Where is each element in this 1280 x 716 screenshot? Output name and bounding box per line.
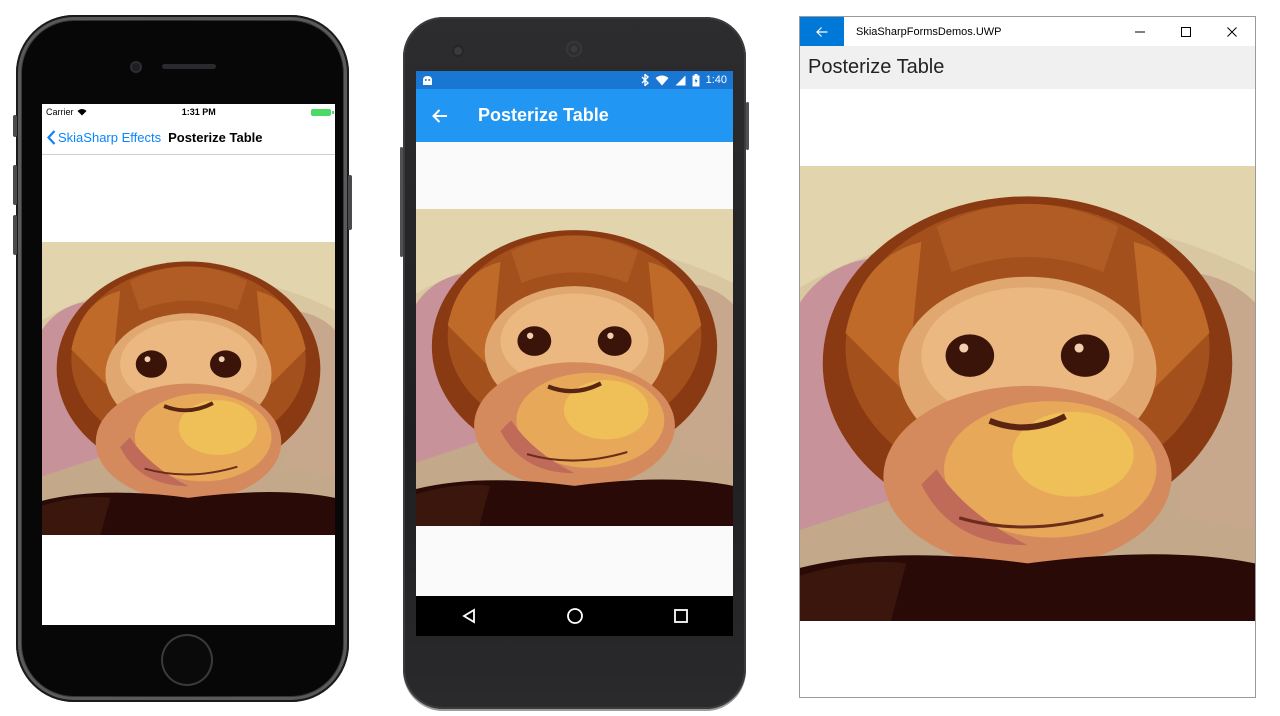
posterized-image (416, 209, 733, 526)
earpiece-speaker (162, 64, 216, 69)
minimize-icon (1135, 31, 1145, 32)
uwp-window: SkiaSharpFormsDemos.UWP Posterize Table (800, 17, 1255, 697)
front-camera (454, 47, 462, 55)
power-button (746, 102, 749, 150)
close-button[interactable] (1209, 17, 1255, 46)
signal-icon (675, 75, 686, 85)
nav-back-triangle-icon[interactable] (461, 608, 477, 624)
page-title: Posterize Table (800, 46, 1255, 89)
close-icon (1227, 26, 1237, 37)
page-title: Posterize Table (478, 105, 609, 125)
minimize-button[interactable] (1117, 17, 1163, 46)
nav-home-circle-icon[interactable] (566, 607, 584, 625)
carrier-label: Carrier (46, 107, 74, 117)
wifi-icon (655, 75, 669, 85)
volume-up-button (13, 165, 17, 205)
android-navigation-bar (416, 596, 733, 636)
ios-status-bar: Carrier 1:31 PM (42, 104, 335, 120)
home-button[interactable] (161, 634, 213, 686)
iphone-device: Carrier 1:31 PM SkiaSharp Effects Poster… (13, 15, 352, 702)
status-time: 1:31 PM (181, 107, 216, 117)
iphone-bezel: Carrier 1:31 PM SkiaSharp Effects Poster… (22, 21, 343, 696)
back-button[interactable]: SkiaSharp Effects (42, 130, 161, 145)
ios-navigation-bar: SkiaSharp Effects Posterize Table (42, 120, 335, 155)
app-title: SkiaSharpFormsDemos.UWP (856, 25, 1002, 38)
earpiece-speaker (565, 40, 583, 58)
page-title: Posterize Table (168, 129, 263, 145)
wifi-icon (77, 109, 87, 116)
arrow-left-icon (816, 26, 828, 37)
maximize-button[interactable] (1163, 17, 1209, 46)
posterized-image (42, 242, 335, 535)
android-status-bar: 1:40 (416, 71, 733, 89)
posterized-image (800, 166, 1255, 621)
back-label: SkiaSharp Effects (58, 129, 162, 145)
volume-down-button (13, 215, 17, 255)
chevron-left-icon (47, 129, 56, 145)
power-button (348, 175, 352, 230)
status-time: 1:40 (705, 74, 727, 86)
bluetooth-icon (641, 74, 649, 86)
back-button[interactable] (416, 108, 464, 124)
mute-switch (13, 115, 17, 137)
iphone-screen: Carrier 1:31 PM SkiaSharp Effects Poster… (42, 104, 335, 625)
nav-recents-square-icon[interactable] (673, 608, 689, 624)
battery-icon (692, 73, 700, 86)
back-button[interactable] (800, 17, 844, 46)
android-screen: 1:40 Posterize Table (416, 71, 733, 636)
volume-rocker (400, 147, 403, 257)
uwp-title-bar: SkiaSharpFormsDemos.UWP (800, 17, 1255, 46)
arrow-left-icon (432, 108, 447, 123)
android-app-bar: Posterize Table (416, 89, 733, 142)
battery-icon (311, 108, 334, 116)
front-camera (130, 61, 142, 73)
android-notification-icon (423, 75, 432, 85)
maximize-icon (1181, 26, 1191, 37)
android-device: 1:40 Posterize Table (400, 17, 749, 709)
